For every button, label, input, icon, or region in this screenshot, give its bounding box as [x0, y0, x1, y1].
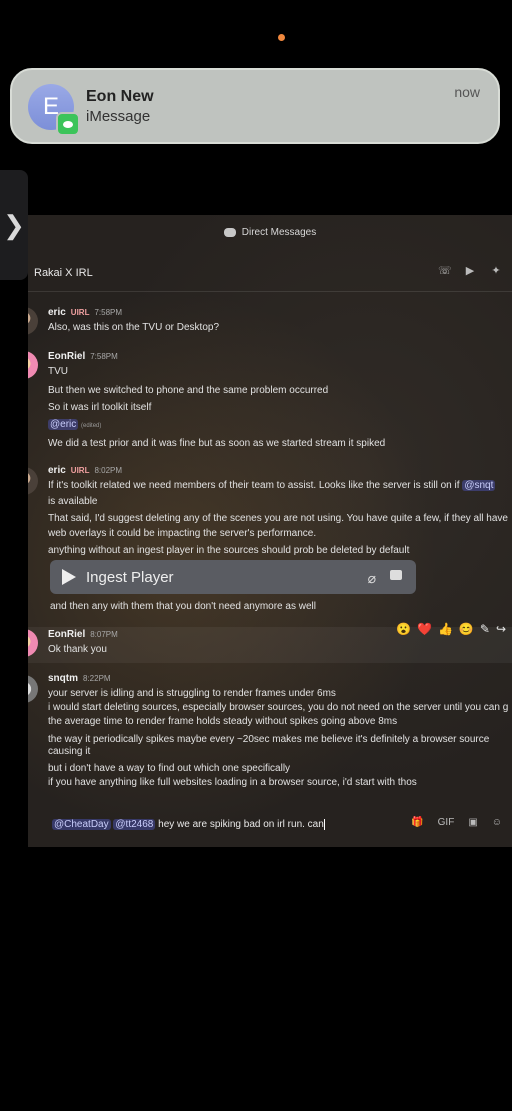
timestamp: 8:22PM: [83, 674, 111, 683]
message-text: That said, I'd suggest deleting any of t…: [48, 513, 508, 524]
imessage-notification[interactable]: E Eon New iMessage now: [10, 68, 500, 144]
message-text: TVU: [48, 366, 68, 377]
timestamp: 8:07PM: [90, 630, 118, 639]
ingest-player-embed[interactable]: Ingest Player ⌀: [50, 560, 416, 594]
message-text: @eric (edited): [48, 419, 101, 430]
avatar[interactable]: [28, 351, 38, 379]
header-divider: [28, 291, 512, 292]
message-text: web overlays it could be impacting the s…: [48, 528, 317, 539]
message-text: So it was irl toolkit itself: [48, 402, 152, 413]
composer-input[interactable]: @CheatDay @tt2468 hey we are spiking bad…: [52, 819, 325, 831]
message-text: Also, was this on the TVU or Desktop?: [48, 322, 220, 333]
discord-top-bar: Direct Messages: [28, 215, 512, 249]
top-bar-title: Direct Messages: [241, 226, 317, 238]
avatar[interactable]: [28, 307, 38, 335]
message-text: and then any with them that you don't ne…: [50, 601, 316, 612]
emoji-icon[interactable]: ☺: [492, 817, 502, 828]
reaction-emoji[interactable]: 👍: [438, 622, 453, 636]
message-text: the way it periodically spikes maybe eve…: [48, 734, 490, 745]
user-mention[interactable]: @eric: [48, 419, 79, 430]
reaction-toolbar: 😮 ❤️ 👍 😊 ✎ ↪: [390, 619, 512, 639]
message-text: i would start deleting sources, especial…: [48, 702, 509, 713]
message-text: anything without an ingest player in the…: [48, 545, 410, 556]
message-text: But then we switched to phone and the sa…: [48, 385, 329, 396]
avatar[interactable]: [28, 675, 38, 703]
message-text: if you have anything like full websites …: [48, 777, 417, 788]
lock-icon[interactable]: [390, 570, 402, 580]
message-text: the average time to render frame holds s…: [48, 716, 398, 727]
add-reaction-icon[interactable]: 😊: [459, 622, 474, 636]
timestamp: 7:58PM: [90, 352, 118, 361]
chevron-right-icon: ❯: [3, 209, 25, 240]
message-text: We did a test prior and it was fine but …: [48, 438, 386, 449]
user-mention[interactable]: @snqt: [462, 480, 496, 491]
message-text: your server is idling and is struggling …: [48, 688, 336, 699]
user-mention[interactable]: @tt2468: [113, 819, 156, 831]
gif-icon[interactable]: GIF: [438, 817, 455, 828]
notification-subtitle: iMessage: [86, 108, 151, 125]
server-tag: UIRL: [70, 308, 90, 317]
timestamp: 7:58PM: [94, 308, 123, 317]
author-name[interactable]: EonRiel: [48, 351, 85, 362]
add-attachment-icon[interactable]: +: [28, 813, 29, 834]
timestamp: 8:02PM: [94, 466, 123, 475]
message-composer[interactable]: + @CheatDay @tt2468 hey we are spiking b…: [28, 811, 512, 841]
reaction-emoji[interactable]: ❤️: [417, 622, 432, 636]
text-cursor: [323, 819, 325, 830]
embed-label: Ingest Player: [86, 568, 174, 586]
recording-indicator-dot: [278, 34, 285, 41]
author-name[interactable]: eric: [48, 307, 66, 318]
message-text: If it's toolkit related we need members …: [48, 480, 496, 491]
reply-icon[interactable]: ↪: [496, 622, 506, 636]
video-call-icon[interactable]: ▶: [464, 265, 476, 277]
avatar[interactable]: [28, 467, 38, 495]
author-name[interactable]: EonRiel: [48, 629, 85, 640]
play-icon: [62, 569, 76, 585]
channel-header: Rakai X IRL ☏ ▶ ✦: [28, 259, 512, 285]
author-name[interactable]: eric: [48, 465, 66, 476]
notification-title: Eon New: [86, 88, 154, 105]
user-mention[interactable]: @CheatDay: [52, 819, 111, 831]
composer-text: hey we are spiking bad on irl run. can: [158, 819, 324, 831]
edited-label: (edited): [81, 423, 102, 429]
message-text: but i don't have a way to find out which…: [48, 763, 291, 774]
edit-icon[interactable]: ✎: [480, 622, 490, 636]
author-name[interactable]: snqtm: [48, 673, 78, 684]
message-text: Ok thank you: [48, 644, 107, 655]
pin-icon[interactable]: ✦: [490, 265, 502, 277]
message-text: causing it: [48, 746, 91, 757]
side-panel-handle[interactable]: ❯: [0, 170, 28, 280]
messages-app-icon: [56, 112, 80, 136]
discord-icon: [223, 227, 236, 237]
server-tag: UIRL: [70, 466, 90, 475]
notification-time: now: [454, 84, 480, 100]
discord-window: Direct Messages Rakai X IRL ☏ ▶ ✦ eric U…: [28, 215, 512, 847]
sticker-icon[interactable]: ▣: [468, 817, 477, 828]
eye-slash-icon[interactable]: ⌀: [368, 570, 376, 587]
message-text: is available: [48, 496, 98, 507]
reaction-emoji[interactable]: 😮: [396, 622, 411, 636]
voice-call-icon[interactable]: ☏: [438, 265, 452, 277]
gift-icon[interactable]: 🎁: [411, 817, 423, 828]
channel-name: Rakai X IRL: [34, 267, 93, 279]
